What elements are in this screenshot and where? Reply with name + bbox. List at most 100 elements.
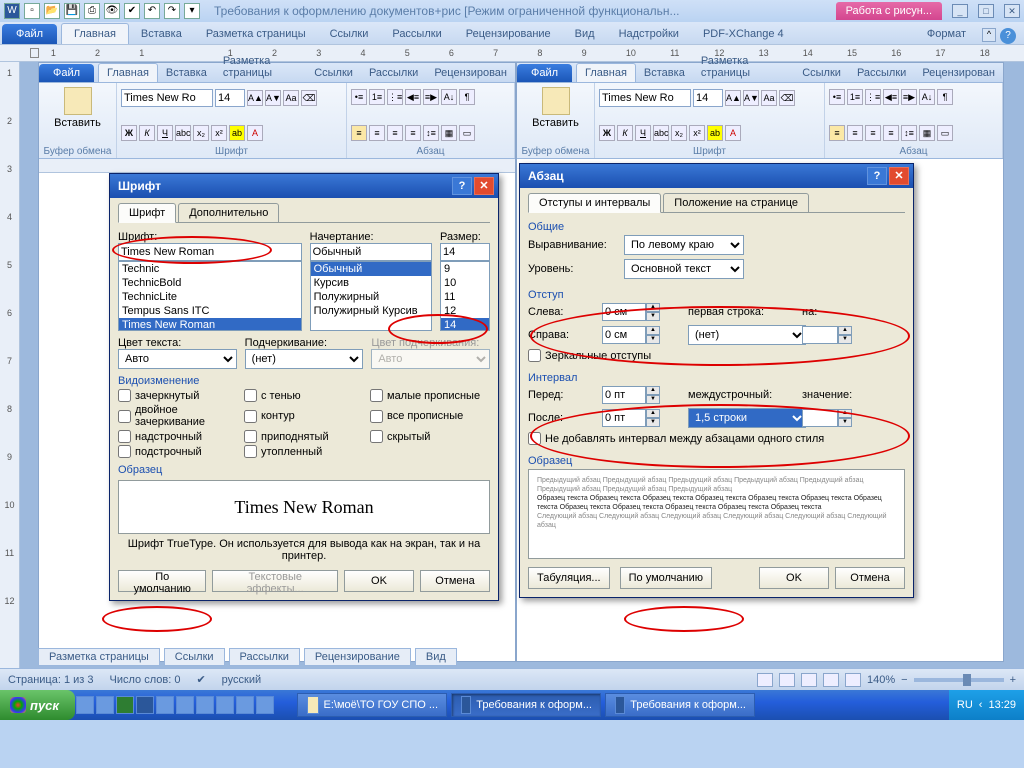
ql-ie-icon[interactable]: [96, 696, 114, 714]
para-close-icon[interactable]: ✕: [889, 167, 909, 185]
font-name-combo-r[interactable]: [599, 89, 691, 107]
align-right-icon[interactable]: ≡: [387, 125, 403, 141]
ql-app5-icon[interactable]: [236, 696, 254, 714]
print-preview-icon[interactable]: 👁: [104, 3, 120, 19]
tab-insert[interactable]: Вставка: [129, 24, 194, 44]
zoom-out-icon[interactable]: −: [901, 674, 907, 686]
save-icon[interactable]: 💾: [64, 3, 80, 19]
tab-format[interactable]: Формат: [915, 24, 978, 44]
close-button[interactable]: ✕: [1004, 4, 1020, 18]
tab-review[interactable]: Рецензирование: [454, 24, 563, 44]
size-input[interactable]: [440, 243, 490, 261]
inner-file-tab-r[interactable]: Файл: [517, 64, 572, 82]
inner-tab-review-r[interactable]: Рецензирован: [914, 64, 1003, 82]
inner-tab-insert[interactable]: Вставка: [158, 64, 215, 82]
start-button[interactable]: пуск: [0, 690, 75, 720]
grow-font-icon[interactable]: A▲: [247, 90, 263, 106]
dec-indent-icon-r[interactable]: ◀≡: [883, 89, 899, 105]
inner-tab-mail[interactable]: Рассылки: [361, 64, 426, 82]
underline-icon-r[interactable]: Ч: [635, 125, 651, 141]
chk-no-space[interactable]: Не добавлять интервал между абзацами одн…: [528, 432, 905, 445]
superscript-icon[interactable]: x²: [211, 125, 227, 141]
highlight-icon[interactable]: ab: [229, 125, 245, 141]
task-explorer[interactable]: Е:\моё\ТО ГОУ СПО ...: [297, 693, 447, 717]
print-icon[interactable]: ⎙: [84, 3, 100, 19]
para-help-icon[interactable]: ?: [867, 167, 887, 185]
highlight-icon-r[interactable]: ab: [707, 125, 723, 141]
chk-dstrike[interactable]: двойное зачеркивание: [118, 404, 238, 428]
tray-expand-icon[interactable]: ‹: [979, 699, 983, 711]
bold-icon-r[interactable]: Ж: [599, 125, 615, 141]
chk-mirror[interactable]: Зеркальные отступы: [528, 349, 905, 362]
ql-app6-icon[interactable]: [256, 696, 274, 714]
font-cancel-button[interactable]: Отмена: [420, 570, 490, 592]
tab-addins[interactable]: Надстройки: [607, 24, 691, 44]
style-listbox[interactable]: Обычный Курсив Полужирный Полужирный Кур…: [310, 261, 432, 331]
task-word2[interactable]: Требования к оформ...: [605, 693, 755, 717]
shading-icon[interactable]: ▦: [441, 125, 457, 141]
chk-super[interactable]: надстрочный: [118, 430, 238, 443]
inner-tab-home[interactable]: Главная: [98, 63, 158, 82]
change-case-icon-r[interactable]: Aa: [761, 90, 777, 106]
view-outline-icon[interactable]: [823, 673, 839, 687]
align-select[interactable]: По левому краю: [624, 235, 744, 255]
minimize-button[interactable]: _: [952, 4, 968, 18]
justify-icon-r[interactable]: ≡: [883, 125, 899, 141]
chk-strike[interactable]: зачеркнутый: [118, 389, 238, 402]
open-icon[interactable]: 📂: [44, 3, 60, 19]
italic-icon[interactable]: К: [139, 125, 155, 141]
zoom-slider[interactable]: [914, 678, 1004, 682]
style-input[interactable]: [310, 243, 432, 261]
contextual-tab-picture[interactable]: Работа с рисун...: [836, 2, 942, 20]
chk-shadow[interactable]: с тенью: [244, 389, 364, 402]
align-center-icon-r[interactable]: ≡: [847, 125, 863, 141]
first-line-value-spin[interactable]: ▲▼: [802, 326, 854, 344]
space-after-spin[interactable]: ▲▼: [602, 409, 674, 427]
status-zoom[interactable]: 140%: [867, 674, 895, 686]
tab-pdf[interactable]: PDF-XChange 4: [691, 24, 796, 44]
chk-hidden[interactable]: скрытый: [370, 430, 490, 443]
change-case-icon[interactable]: Aa: [283, 90, 299, 106]
clear-format-icon[interactable]: ⌫: [301, 90, 317, 106]
status-page[interactable]: Страница: 1 из 3: [8, 674, 94, 686]
font-dialog-titlebar[interactable]: Шрифт ? ✕: [110, 174, 498, 198]
chk-allcaps[interactable]: все прописные: [370, 404, 490, 428]
shrink-font-icon[interactable]: A▼: [265, 90, 281, 106]
ql-app4-icon[interactable]: [216, 696, 234, 714]
grow-font-icon-r[interactable]: A▲: [725, 90, 741, 106]
tab-references[interactable]: Ссылки: [318, 24, 381, 44]
ql-excel-icon[interactable]: [116, 696, 134, 714]
subscript-icon[interactable]: x₂: [193, 125, 209, 141]
multilevel-icon[interactable]: ⋮≡: [387, 89, 403, 105]
view-draft-icon[interactable]: [845, 673, 861, 687]
paste-button-r[interactable]: Вставить: [521, 85, 590, 131]
task-word1[interactable]: Требования к оформ...: [451, 693, 601, 717]
ql-app2-icon[interactable]: [176, 696, 194, 714]
multilevel-icon-r[interactable]: ⋮≡: [865, 89, 881, 105]
numbering-icon[interactable]: 1≡: [369, 89, 385, 105]
font-ok-button[interactable]: OK: [344, 570, 414, 592]
size-listbox[interactable]: 9 10 11 12 14: [440, 261, 490, 331]
underline-icon[interactable]: Ч: [157, 125, 173, 141]
spell-icon[interactable]: ✔: [124, 3, 140, 19]
inner-tab-refs[interactable]: Ссылки: [306, 64, 361, 82]
font-size-combo-r[interactable]: [693, 89, 723, 107]
inner-tab-insert-r[interactable]: Вставка: [636, 64, 693, 82]
inner-tab-mail-r[interactable]: Рассылки: [849, 64, 914, 82]
inner-tab-home-r[interactable]: Главная: [576, 63, 636, 82]
para-ok-button[interactable]: OK: [759, 567, 829, 589]
view-print-icon[interactable]: [757, 673, 773, 687]
redo-icon[interactable]: ↷: [164, 3, 180, 19]
tray-lang[interactable]: RU: [957, 699, 973, 711]
tab-selector[interactable]: [30, 48, 39, 58]
chk-sub[interactable]: подстрочный: [118, 445, 238, 458]
font-listbox[interactable]: Technic TechnicBold TechnicLite Tempus S…: [118, 261, 302, 331]
view-web-icon[interactable]: [801, 673, 817, 687]
dialog-help-icon[interactable]: ?: [452, 177, 472, 195]
undo-icon[interactable]: ↶: [144, 3, 160, 19]
inner-tab-layout[interactable]: Разметка страницы: [215, 52, 306, 82]
font-tab-font[interactable]: Шрифт: [118, 203, 176, 223]
help-icon[interactable]: ?: [1000, 28, 1016, 44]
align-left-icon-r[interactable]: ≡: [829, 125, 845, 141]
font-name-combo[interactable]: [121, 89, 213, 107]
